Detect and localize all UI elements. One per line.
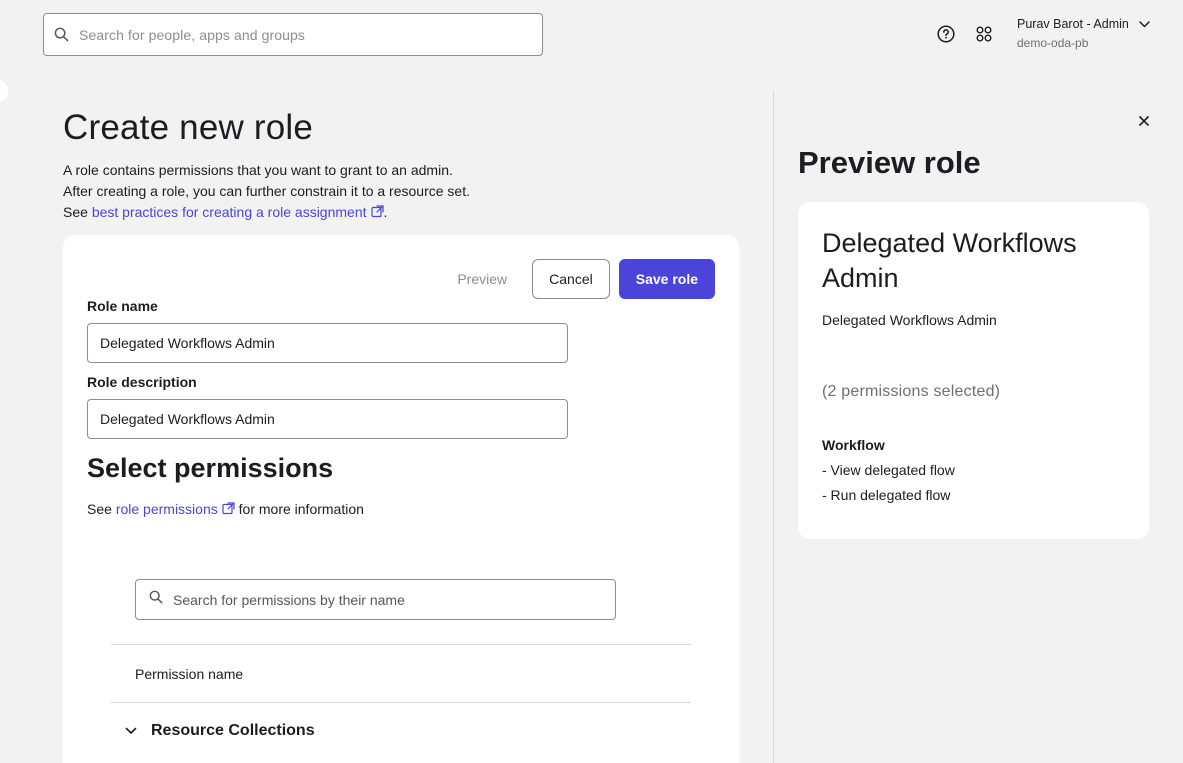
role-permissions-link-text: role permissions [115, 501, 218, 517]
role-description-field[interactable]: Delegated Workflows Admin [87, 399, 568, 439]
preview-permission-item: - Run delegated flow [822, 487, 951, 503]
role-permissions-link[interactable]: role permissions [116, 501, 235, 517]
external-link-icon [222, 502, 235, 518]
preview-role-description: Delegated Workflows Admin [822, 312, 997, 328]
save-role-button[interactable]: Save role [618, 259, 715, 299]
permissions-count: (2 permissions selected) [822, 383, 1001, 400]
table-divider [111, 644, 691, 645]
preview-permission-group: Workflow [822, 437, 885, 453]
intro-see-label: See [63, 204, 92, 220]
cancel-button[interactable]: Cancel [532, 259, 610, 299]
group-row-resource-collections[interactable]: Resource Collections [125, 722, 315, 740]
best-practices-link[interactable]: best practices for creating a role assig… [92, 204, 384, 220]
permissions-info-text: See role permissions for more informatio… [87, 501, 364, 518]
search-icon [149, 590, 163, 609]
permissions-search-input[interactable]: Search for permissions by their name [135, 579, 616, 620]
chevron-down-icon [1139, 17, 1150, 31]
form-actions: Preview Cancel Save role [441, 259, 715, 299]
top-bar: Search for people, apps and groups Purav… [0, 0, 1183, 70]
sidebar-toggle-handle[interactable] [0, 80, 8, 102]
preview-panel-title: Preview role [798, 145, 981, 180]
intro-line-2: After creating a role, you can further c… [63, 183, 470, 199]
intro-text: A role contains permissions that you wan… [63, 160, 739, 224]
table-divider [111, 702, 691, 703]
preview-button[interactable]: Preview [441, 259, 523, 299]
permissions-search-placeholder: Search for permissions by their name [173, 591, 405, 608]
best-practices-link-text: best practices for creating a role assig… [91, 204, 367, 220]
preview-panel: Preview role Delegated Workflows Admin D… [773, 90, 1183, 763]
select-permissions-title: Select permissions [87, 453, 334, 483]
user-name: Purav Barot - Admin [1017, 17, 1129, 31]
permissions-more-label: for more information [234, 501, 364, 517]
role-preview-card: Delegated Workflows Admin Delegated Work… [798, 202, 1149, 539]
role-name-field[interactable]: Delegated Workflows Admin [87, 323, 568, 363]
intro-end: . [383, 204, 388, 220]
search-icon [54, 27, 70, 43]
permissions-see-label: See [87, 501, 116, 517]
global-search-placeholder: Search for people, apps and groups [79, 26, 305, 43]
permission-name-column-header: Permission name [135, 666, 244, 682]
page-title: Create new role [63, 108, 314, 147]
create-role-form: Preview Cancel Save role Role name Deleg… [63, 235, 739, 763]
role-name-label: Role name [87, 298, 158, 314]
role-description-label: Role description [87, 374, 197, 390]
apps-grid-icon[interactable] [974, 24, 994, 44]
intro-line-1: A role contains permissions that you wan… [63, 162, 453, 178]
preview-role-title: Delegated Workflows Admin [822, 228, 1077, 293]
preview-permission-item: - View delegated flow [822, 462, 955, 478]
chevron-down-icon [125, 722, 137, 740]
global-search-input[interactable]: Search for people, apps and groups [43, 13, 543, 56]
help-icon[interactable] [936, 24, 956, 44]
main-content: Create new role A role contains permissi… [63, 90, 739, 763]
user-menu[interactable]: Purav Barot - Admin demo-oda-pb [1017, 17, 1150, 50]
org-name: demo-oda-pb [1017, 36, 1089, 50]
intro-line-3: See best practices for creating a role a… [63, 202, 739, 224]
external-link-icon [370, 203, 384, 224]
close-icon[interactable] [1136, 113, 1152, 129]
group-label: Resource Collections [151, 722, 315, 739]
